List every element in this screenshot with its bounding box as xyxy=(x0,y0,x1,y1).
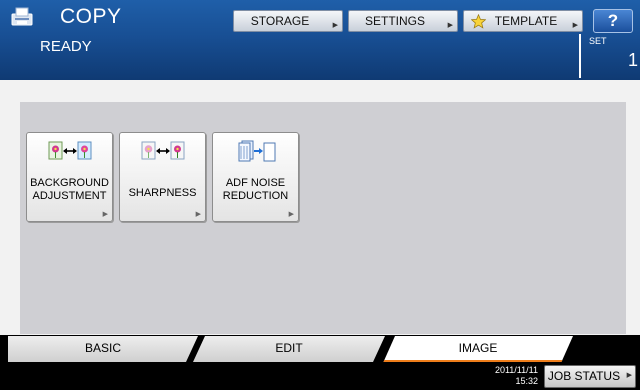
tab-basic[interactable]: BASIC xyxy=(8,336,198,362)
main-area: BACKGROUND ADJUSTMENT ▶ SHARPNESS ▶ ADF … xyxy=(0,80,640,335)
help-button[interactable]: ? xyxy=(593,9,633,33)
settings-button-label: SETTINGS xyxy=(364,14,425,28)
sharpness-button[interactable]: SHARPNESS ▶ xyxy=(119,132,206,222)
tab-edit[interactable]: EDIT xyxy=(193,336,385,362)
triangle-right-icon: ▶ xyxy=(332,22,338,29)
settings-button[interactable]: SETTINGS ▶ xyxy=(348,10,458,32)
background-adjust-icon xyxy=(48,141,91,160)
background-adjustment-button[interactable]: BACKGROUND ADJUSTMENT ▶ xyxy=(26,132,113,222)
set-count: 1 xyxy=(627,50,638,70)
triangle-right-icon: ▶ xyxy=(195,211,201,218)
job-status-label: JOB STATUS xyxy=(547,369,621,383)
triangle-right-icon: ▶ xyxy=(288,211,294,218)
header-bar: COPY STORAGE ▶ SETTINGS ▶ TEMPLATE ▶ ? R… xyxy=(0,0,640,80)
triangle-right-icon: ▶ xyxy=(572,22,578,29)
triangle-right-icon: ▶ xyxy=(626,372,632,379)
status-message: READY xyxy=(40,38,92,55)
triangle-right-icon: ▶ xyxy=(102,211,108,218)
storage-button-label: STORAGE xyxy=(250,14,310,28)
job-status-button[interactable]: JOB STATUS ▶ xyxy=(544,365,636,388)
background-adjustment-label: BACKGROUND ADJUSTMENT xyxy=(30,177,109,202)
copy-set-counter: SET 1 xyxy=(579,34,640,78)
function-panel: BACKGROUND ADJUSTMENT ▶ SHARPNESS ▶ ADF … xyxy=(20,102,626,334)
set-label: SET xyxy=(589,36,607,46)
sharpness-label: SHARPNESS xyxy=(128,187,197,199)
datetime-display: 2011/11/11 15:32 xyxy=(490,365,538,387)
template-button-label: TEMPLATE xyxy=(494,14,558,28)
date-text: 2011/11/11 xyxy=(494,365,538,375)
adf-noise-reduction-label: ADF NOISE REDUCTION xyxy=(222,177,289,202)
app-title: COPY xyxy=(60,5,122,28)
tab-bar: BASIC EDIT IMAGE xyxy=(0,335,640,362)
triangle-right-icon: ▶ xyxy=(447,22,453,29)
tab-image[interactable]: IMAGE xyxy=(383,336,573,363)
star-icon xyxy=(471,14,486,29)
copy-screen: COPY STORAGE ▶ SETTINGS ▶ TEMPLATE ▶ ? R… xyxy=(0,0,640,390)
adf-noise-icon xyxy=(238,140,275,162)
storage-button[interactable]: STORAGE ▶ xyxy=(233,10,343,32)
copy-app-icon xyxy=(11,7,33,26)
time-text: 15:32 xyxy=(515,376,538,386)
template-button[interactable]: TEMPLATE ▶ xyxy=(463,10,583,32)
adf-noise-reduction-button[interactable]: ADF NOISE REDUCTION ▶ xyxy=(212,132,299,222)
sharpness-icon xyxy=(141,141,184,160)
status-footer: 2011/11/11 15:32 JOB STATUS ▶ xyxy=(0,362,640,390)
